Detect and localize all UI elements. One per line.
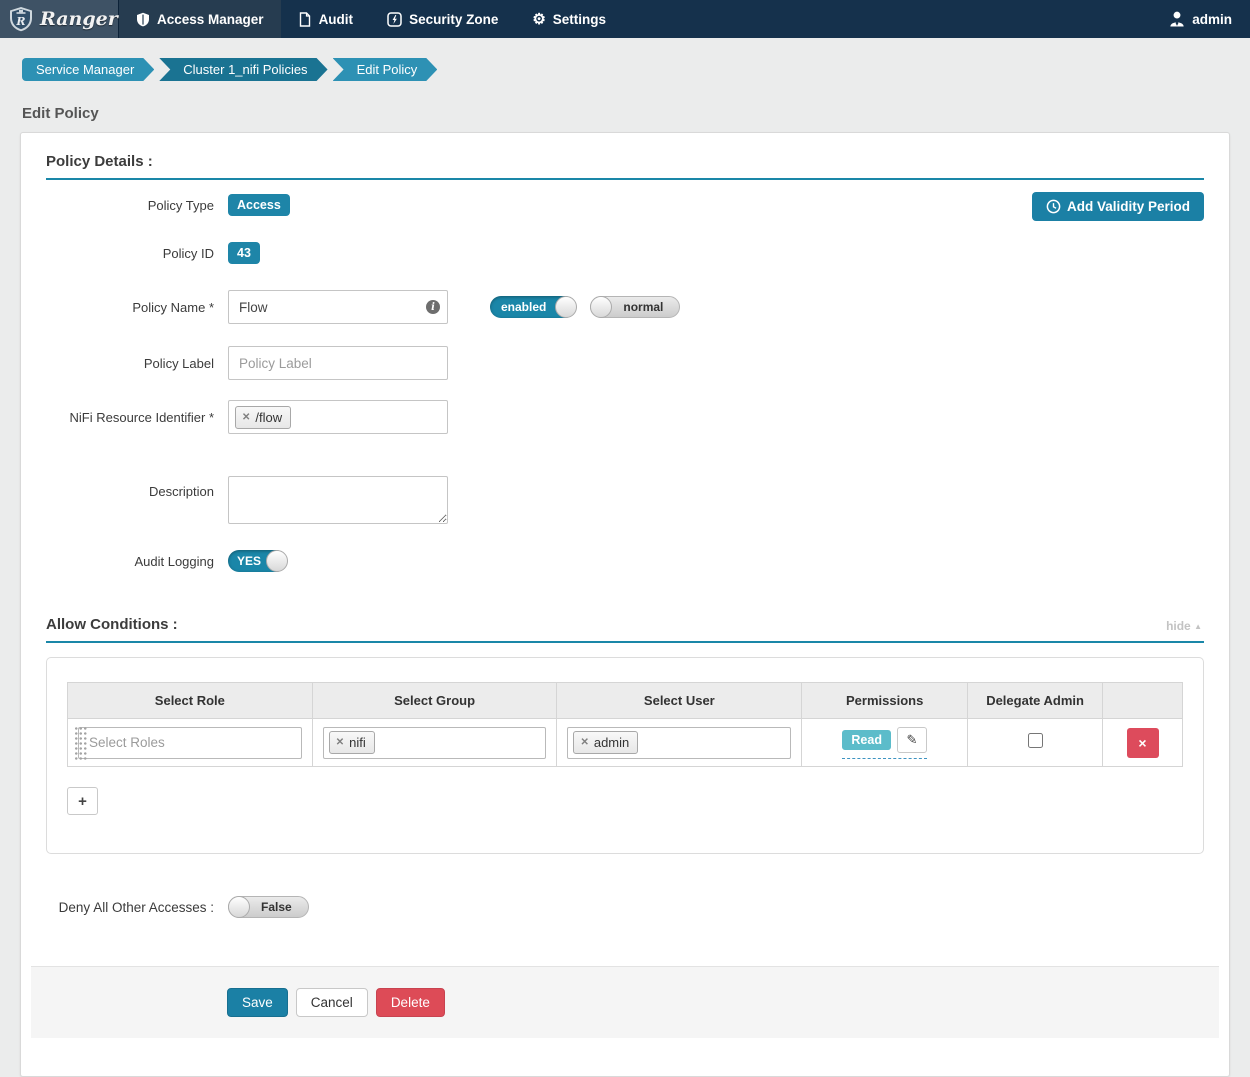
page-title: Edit Policy	[22, 105, 1230, 122]
permission-badge: Read	[842, 730, 891, 750]
allow-conditions-panel: Select Role Select Group Select User Per…	[46, 657, 1204, 854]
hide-section-link[interactable]: hide ▲	[1166, 619, 1202, 633]
delegate-admin-checkbox[interactable]	[1028, 733, 1043, 748]
brand-name: Ranger	[40, 8, 118, 30]
col-select-group: Select Group	[312, 683, 557, 719]
policy-type-badge: Access	[228, 194, 290, 216]
deny-all-label: Deny All Other Accesses :	[46, 900, 214, 915]
policy-name-input[interactable]	[228, 290, 448, 324]
nav-tab-label: Settings	[553, 12, 606, 27]
form-actions: Save Cancel Delete	[31, 966, 1219, 1038]
ranger-shield-icon: R	[8, 6, 34, 32]
toggle-knob	[228, 896, 250, 918]
resource-identifier-input[interactable]: ✕ /flow	[228, 400, 448, 434]
chip-remove-icon[interactable]: ✕	[336, 737, 344, 748]
user-menu[interactable]: admin	[1151, 0, 1250, 38]
nav-tab-label: Access Manager	[157, 12, 264, 27]
nav-tab-label: Security Zone	[409, 12, 498, 27]
toggle-knob	[555, 296, 577, 318]
col-actions	[1103, 683, 1183, 719]
policy-id-badge: 43	[228, 242, 260, 264]
gear-icon: ⚙	[532, 12, 545, 27]
toggle-knob	[590, 296, 612, 318]
breadcrumb-edit-policy: Edit Policy	[333, 58, 438, 81]
edit-policy-card: Policy Details : Add Validity Period Pol…	[20, 132, 1230, 1077]
nav-tab-security-zone[interactable]: Security Zone	[370, 0, 515, 38]
shield-icon	[136, 12, 150, 27]
resource-tag: ✕ /flow	[235, 406, 291, 429]
audit-logging-toggle[interactable]: YES	[228, 550, 287, 572]
save-button[interactable]: Save	[227, 988, 288, 1017]
policy-label-label: Policy Label	[46, 356, 214, 371]
select-user-input[interactable]: ✕ admin	[567, 727, 791, 759]
policy-id-label: Policy ID	[46, 246, 214, 261]
col-select-user: Select User	[557, 683, 802, 719]
policy-label-input[interactable]	[228, 346, 448, 380]
select-group-input[interactable]: ✕ nifi	[323, 727, 547, 759]
conditions-table: Select Role Select Group Select User Per…	[67, 682, 1183, 767]
nav-tab-label: Audit	[319, 12, 354, 27]
breadcrumb-service-manager[interactable]: Service Manager	[22, 58, 154, 81]
toggle-knob	[266, 550, 288, 572]
group-tag: ✕ nifi	[329, 731, 375, 754]
delete-button[interactable]: Delete	[376, 988, 445, 1017]
add-row-button[interactable]: +	[67, 787, 98, 815]
caret-up-icon: ▲	[1194, 622, 1202, 631]
bolt-square-icon	[387, 12, 402, 27]
user-icon	[1169, 11, 1185, 27]
document-icon	[298, 12, 312, 27]
nav-tab-settings[interactable]: ⚙ Settings	[515, 0, 623, 38]
col-permissions: Permissions	[802, 683, 968, 719]
chip-remove-icon[interactable]: ✕	[242, 412, 250, 423]
resource-identifier-label: NiFi Resource Identifier *	[46, 410, 214, 425]
audit-logging-label: Audit Logging	[46, 554, 214, 569]
cancel-button[interactable]: Cancel	[296, 988, 368, 1017]
drag-handle[interactable]	[74, 726, 87, 760]
breadcrumb: Service Manager Cluster 1_nifi Policies …	[22, 58, 1230, 81]
add-validity-period-button[interactable]: Add Validity Period	[1032, 192, 1204, 221]
select-roles-input[interactable]	[78, 727, 302, 759]
nav-tab-access-manager[interactable]: Access Manager	[119, 0, 281, 38]
condition-row: ✕ nifi ✕ admin	[68, 719, 1183, 767]
description-textarea[interactable]	[228, 476, 448, 524]
top-navbar: R Ranger Access Manager Audit Security Z…	[0, 0, 1250, 38]
description-label: Description	[46, 484, 214, 499]
col-delegate-admin: Delegate Admin	[968, 683, 1103, 719]
clock-icon	[1046, 199, 1061, 214]
policy-override-toggle[interactable]: normal	[590, 296, 680, 318]
breadcrumb-policies[interactable]: Cluster 1_nifi Policies	[159, 58, 327, 81]
svg-text:R: R	[15, 15, 25, 28]
ranger-logo[interactable]: R Ranger	[0, 0, 119, 38]
nav-tabs: Access Manager Audit Security Zone ⚙ Set…	[119, 0, 623, 38]
chip-remove-icon[interactable]: ✕	[580, 737, 588, 748]
pencil-icon: ✎	[907, 732, 918, 747]
username: admin	[1192, 12, 1232, 27]
permissions-editable: Read ✎	[842, 727, 927, 759]
col-select-role: Select Role	[68, 683, 313, 719]
edit-permissions-button[interactable]: ✎	[897, 727, 927, 753]
deny-all-toggle[interactable]: False	[228, 896, 309, 918]
policy-type-label: Policy Type	[46, 198, 214, 213]
info-icon: i	[426, 300, 440, 314]
policy-name-label: Policy Name *	[46, 300, 214, 315]
nav-tab-audit[interactable]: Audit	[281, 0, 371, 38]
user-tag: ✕ admin	[573, 731, 638, 754]
allow-conditions-heading: Allow Conditions : hide ▲	[46, 616, 1204, 643]
remove-row-button[interactable]: ×	[1127, 728, 1159, 758]
policy-details-heading: Policy Details :	[46, 153, 1204, 180]
table-header-row: Select Role Select Group Select User Per…	[68, 683, 1183, 719]
policy-enabled-toggle[interactable]: enabled	[490, 296, 576, 318]
